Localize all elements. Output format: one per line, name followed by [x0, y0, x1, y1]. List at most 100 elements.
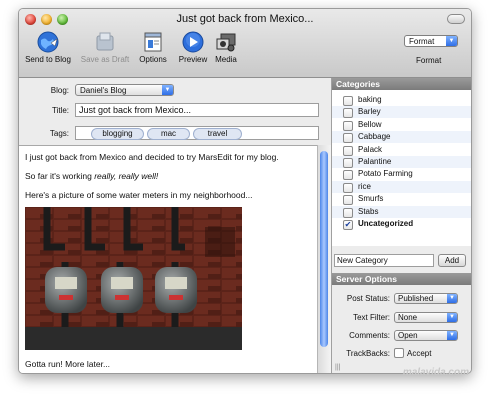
category-checkbox[interactable] [343, 195, 353, 205]
post-status-value: Published [398, 294, 434, 303]
blog-field-label: Blog: [50, 86, 69, 95]
save-as-draft-label: Save as Draft [80, 55, 130, 64]
category-item[interactable]: baking [332, 94, 471, 106]
category-checkbox[interactable] [343, 133, 353, 143]
tags-field-label: Tags: [49, 129, 69, 138]
category-item[interactable]: Palantine [332, 156, 471, 168]
toolbar-toggle-button[interactable] [447, 14, 465, 24]
tags-input[interactable]: blogging mac travel [75, 126, 319, 140]
chevron-down-icon: ▼ [447, 313, 457, 322]
category-item[interactable]: Stabs [332, 206, 471, 218]
category-checkbox[interactable] [343, 121, 353, 131]
category-item[interactable]: Bellow [332, 119, 471, 131]
category-label: Uncategorized [358, 219, 414, 228]
editor-scrollbar[interactable] [317, 145, 331, 373]
comments-label: Comments: [349, 331, 390, 340]
title-field-label: Title: [51, 106, 69, 115]
send-to-blog-button[interactable]: Send to Blog [21, 31, 75, 64]
scrollbar-thumb[interactable] [320, 151, 328, 347]
new-category-input[interactable]: New Category [334, 254, 434, 267]
water-meters-photo[interactable] [25, 207, 242, 350]
draft-icon [94, 31, 116, 53]
options-label: Options [139, 55, 167, 64]
trackbacks-accept-label: Accept [407, 349, 432, 358]
watermark: malavida.com [402, 367, 469, 378]
category-label: Bellow [358, 120, 382, 129]
resize-grip-icon[interactable]: ||| [335, 364, 340, 371]
tag-token[interactable]: blogging [91, 128, 144, 140]
chevron-down-icon: ▼ [447, 331, 457, 340]
category-label: Potato Farming [358, 169, 413, 178]
options-button[interactable]: Options [135, 31, 171, 64]
text-filter-label: Text Filter: [353, 313, 390, 322]
category-item[interactable]: Cabbage [332, 131, 471, 143]
body-paragraph: I just got back from Mexico and decided … [25, 152, 279, 162]
preview-label: Preview [178, 55, 208, 64]
category-checkbox[interactable]: ✔ [343, 220, 353, 230]
category-item[interactable]: Potato Farming [332, 168, 471, 180]
category-checkbox[interactable] [343, 158, 353, 168]
category-label: Palack [358, 145, 383, 154]
options-icon [142, 31, 164, 53]
format-dropdown[interactable]: Format ▼ [404, 35, 458, 47]
category-label: rice [358, 182, 371, 191]
text-filter-value: None [398, 313, 418, 322]
body-editor[interactable]: I just got back from Mexico and decided … [19, 145, 317, 373]
category-label: Smurfs [358, 194, 384, 203]
blog-dropdown-value: Daniel's Blog [80, 86, 127, 95]
body-paragraph: So far it's working really, really well! [25, 171, 158, 181]
comments-dropdown[interactable]: Open ▼ [394, 330, 458, 341]
categories-header: Categories [332, 78, 471, 90]
sidebar-pane: Categories baking Barley Bellow Cabbage Pala… [331, 78, 471, 373]
category-label: Cabbage [358, 132, 391, 141]
post-status-label: Post Status: [346, 294, 390, 303]
trackbacks-checkbox[interactable] [394, 348, 404, 358]
category-checkbox[interactable] [343, 170, 353, 180]
tag-token[interactable]: mac [147, 128, 190, 140]
body-italic-text: really, really well! [94, 171, 159, 181]
text-filter-dropdown[interactable]: None ▼ [394, 312, 458, 323]
category-checkbox[interactable] [343, 146, 353, 156]
media-icon [215, 31, 237, 53]
media-label: Media [215, 55, 237, 64]
body-paragraph: Gotta run! More later... [25, 359, 111, 369]
categories-list: baking Barley Bellow Cabbage Palack Palantine… [332, 90, 471, 246]
globe-icon [37, 31, 59, 53]
blog-dropdown[interactable]: Daniel's Blog ▼ [75, 84, 174, 96]
format-label: Format [416, 56, 442, 65]
chevron-down-icon: ▼ [162, 85, 173, 95]
post-status-dropdown[interactable]: Published ▼ [394, 293, 458, 304]
format-dropdown-value: Format [409, 37, 435, 46]
category-checkbox[interactable] [343, 108, 353, 118]
body-text: So far it's working [25, 171, 95, 181]
server-options-header: Server Options [332, 273, 471, 285]
post-editor-pane: Blog: Daniel's Blog ▼ Title: Just got ba… [19, 78, 331, 373]
category-item[interactable]: ✔ Uncategorized [332, 218, 471, 230]
category-checkbox[interactable] [343, 183, 353, 193]
category-item[interactable]: Palack [332, 144, 471, 156]
chevron-down-icon: ▼ [446, 36, 457, 46]
trackbacks-label: TrackBacks: [346, 349, 390, 358]
category-label: Barley [358, 107, 381, 116]
title-input[interactable]: Just got back from Mexico... [75, 103, 319, 117]
preview-button[interactable]: Preview [173, 31, 213, 64]
media-button[interactable]: Media [211, 31, 241, 64]
category-item[interactable]: Barley [332, 106, 471, 118]
tag-token[interactable]: travel [193, 128, 242, 140]
category-item[interactable]: rice [332, 181, 471, 193]
category-checkbox[interactable] [343, 96, 353, 106]
add-category-button[interactable]: Add [438, 254, 466, 267]
body-paragraph: Here's a picture of some water meters in… [25, 190, 253, 200]
marsedit-window: Just got back from Mexico... Send to Blo… [18, 8, 472, 374]
category-label: Stabs [358, 207, 379, 216]
title-bar: Just got back from Mexico... Send to Blo… [19, 9, 471, 78]
save-as-draft-button[interactable]: Save as Draft [77, 31, 133, 64]
send-to-blog-label: Send to Blog [25, 55, 71, 64]
play-icon [182, 31, 204, 53]
comments-value: Open [398, 331, 418, 340]
category-item[interactable]: Smurfs [332, 193, 471, 205]
category-label: baking [358, 95, 382, 104]
category-label: Palantine [358, 157, 392, 166]
window-title: Just got back from Mexico... [176, 13, 314, 25]
category-checkbox[interactable] [343, 208, 353, 218]
